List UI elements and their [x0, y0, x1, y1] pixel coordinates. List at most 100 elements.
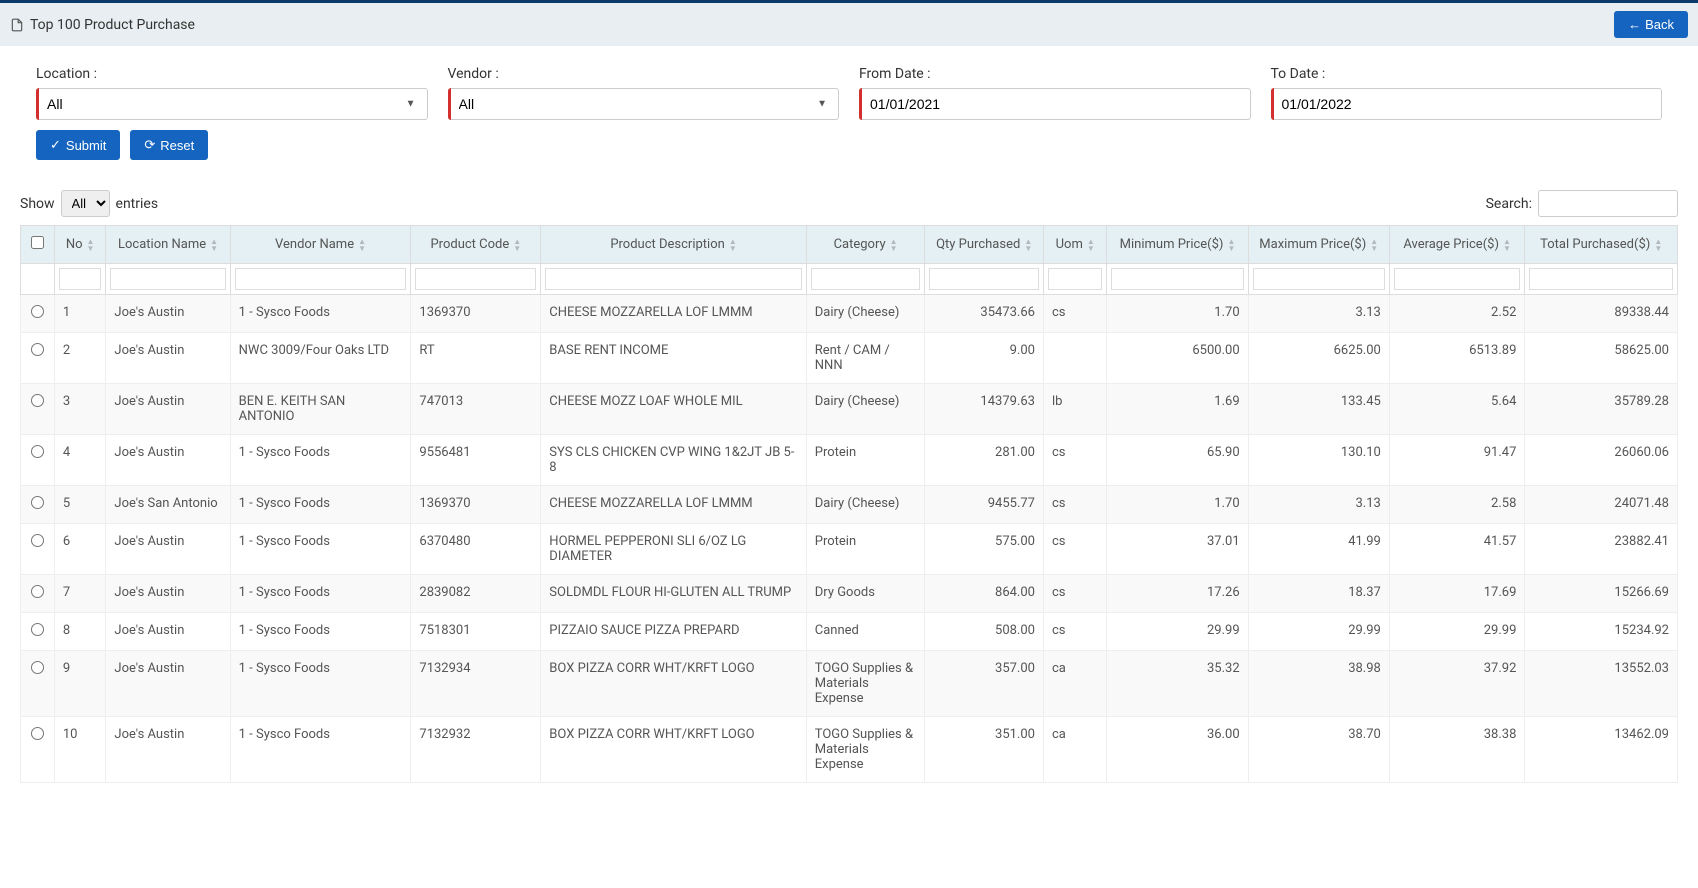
- cell-max: 38.70: [1248, 717, 1389, 783]
- row-selector[interactable]: [31, 445, 44, 458]
- cell-uom: cs: [1043, 575, 1106, 613]
- cell-location: Joe's Austin: [106, 613, 230, 651]
- required-indicator: [1271, 88, 1274, 120]
- col-desc[interactable]: Product Description▲▼: [541, 226, 806, 264]
- cell-desc: BOX PIZZA CORR WHT/KRFT LOGO: [541, 651, 806, 717]
- row-selector[interactable]: [31, 305, 44, 318]
- cell-total: 23882.41: [1525, 524, 1678, 575]
- col-category[interactable]: Category▲▼: [806, 226, 925, 264]
- table-row: 10Joe's Austin1 - Sysco Foods7132932BOX …: [21, 717, 1678, 783]
- products-table: No▲▼ Location Name▲▼ Vendor Name▲▼ Produ…: [20, 225, 1678, 783]
- row-selector[interactable]: [31, 496, 44, 509]
- show-entries: Show All entries: [20, 190, 158, 217]
- cell-qty: 9.00: [925, 333, 1044, 384]
- cell-qty: 351.00: [925, 717, 1044, 783]
- cell-location: Joe's Austin: [106, 333, 230, 384]
- col-min[interactable]: Minimum Price($)▲▼: [1107, 226, 1248, 264]
- filter-qty[interactable]: [929, 268, 1039, 290]
- cell-avg: 6513.89: [1389, 333, 1525, 384]
- row-selector[interactable]: [31, 623, 44, 636]
- cell-category: Dry Goods: [806, 575, 925, 613]
- cell-qty: 35473.66: [925, 295, 1044, 333]
- filter-no[interactable]: [59, 268, 102, 290]
- entries-select[interactable]: All: [61, 190, 110, 217]
- cell-uom: cs: [1043, 486, 1106, 524]
- cell-location: Joe's Austin: [106, 435, 230, 486]
- col-vendor[interactable]: Vendor Name▲▼: [230, 226, 411, 264]
- submit-button[interactable]: ✓ Submit: [36, 130, 120, 160]
- cell-category: TOGO Supplies & Materials Expense: [806, 651, 925, 717]
- cell-uom: cs: [1043, 613, 1106, 651]
- cell-location: Joe's Austin: [106, 575, 230, 613]
- cell-total: 89338.44: [1525, 295, 1678, 333]
- filter-max[interactable]: [1253, 268, 1385, 290]
- cell-no: 5: [54, 486, 106, 524]
- cell-desc: SOLDMDL FLOUR HI-GLUTEN ALL TRUMP: [541, 575, 806, 613]
- filter-desc[interactable]: [545, 268, 801, 290]
- vendor-select[interactable]: All: [448, 88, 840, 120]
- cell-category: Dairy (Cheese): [806, 384, 925, 435]
- cell-qty: 575.00: [925, 524, 1044, 575]
- col-uom[interactable]: Uom▲▼: [1043, 226, 1106, 264]
- col-total[interactable]: Total Purchased($)▲▼: [1525, 226, 1678, 264]
- col-max[interactable]: Maximum Price($)▲▼: [1248, 226, 1389, 264]
- cell-avg: 2.52: [1389, 295, 1525, 333]
- sort-icon: ▲▼: [513, 238, 521, 252]
- row-selector[interactable]: [31, 534, 44, 547]
- cell-code: 1369370: [411, 486, 541, 524]
- to-date-input[interactable]: [1271, 88, 1663, 120]
- back-button[interactable]: ← Back: [1614, 11, 1688, 38]
- filter-min[interactable]: [1111, 268, 1243, 290]
- cell-location: Joe's Austin: [106, 384, 230, 435]
- row-selector[interactable]: [31, 343, 44, 356]
- row-selector[interactable]: [31, 585, 44, 598]
- cell-max: 6625.00: [1248, 333, 1389, 384]
- row-selector[interactable]: [31, 394, 44, 407]
- sort-icon: ▲▼: [1503, 238, 1511, 252]
- cell-avg: 91.47: [1389, 435, 1525, 486]
- reset-button[interactable]: ⟳ Reset: [130, 130, 208, 160]
- cell-no: 7: [54, 575, 106, 613]
- cell-no: 4: [54, 435, 106, 486]
- cell-vendor: 1 - Sysco Foods: [230, 651, 411, 717]
- action-buttons: ✓ Submit ⟳ Reset: [0, 130, 1698, 180]
- cell-desc: CHEESE MOZZARELLA LOF LMMM: [541, 295, 806, 333]
- cell-no: 1: [54, 295, 106, 333]
- sort-icon: ▲▼: [1654, 238, 1662, 252]
- filter-code[interactable]: [415, 268, 536, 290]
- cell-total: 58625.00: [1525, 333, 1678, 384]
- sort-icon: ▲▼: [1024, 238, 1032, 252]
- location-select[interactable]: All: [36, 88, 428, 120]
- cell-category: Canned: [806, 613, 925, 651]
- filter-total[interactable]: [1529, 268, 1673, 290]
- from-date-input[interactable]: [859, 88, 1251, 120]
- filter-category[interactable]: [811, 268, 921, 290]
- col-no[interactable]: No▲▼: [54, 226, 106, 264]
- cell-min: 1.70: [1107, 295, 1248, 333]
- check-icon: ✓: [50, 137, 61, 153]
- cell-vendor: 1 - Sysco Foods: [230, 295, 411, 333]
- filter-vendor[interactable]: [235, 268, 407, 290]
- col-location[interactable]: Location Name▲▼: [106, 226, 230, 264]
- col-avg[interactable]: Average Price($)▲▼: [1389, 226, 1525, 264]
- select-all-checkbox[interactable]: [31, 236, 44, 249]
- cell-code: 6370480: [411, 524, 541, 575]
- search-input[interactable]: [1538, 190, 1678, 217]
- filter-location[interactable]: [110, 268, 225, 290]
- filter-avg[interactable]: [1394, 268, 1521, 290]
- cell-vendor: 1 - Sysco Foods: [230, 435, 411, 486]
- row-selector[interactable]: [31, 727, 44, 740]
- row-selector[interactable]: [31, 661, 44, 674]
- cell-avg: 41.57: [1389, 524, 1525, 575]
- cell-min: 29.99: [1107, 613, 1248, 651]
- table-row: 9Joe's Austin1 - Sysco Foods7132934BOX P…: [21, 651, 1678, 717]
- col-qty[interactable]: Qty Purchased▲▼: [925, 226, 1044, 264]
- filter-uom[interactable]: [1048, 268, 1102, 290]
- cell-total: 26060.06: [1525, 435, 1678, 486]
- col-code[interactable]: Product Code▲▼: [411, 226, 541, 264]
- cell-no: 2: [54, 333, 106, 384]
- table-controls: Show All entries Search:: [0, 180, 1698, 225]
- to-date-filter: To Date :: [1271, 66, 1663, 120]
- cell-no: 10: [54, 717, 106, 783]
- table-row: 7Joe's Austin1 - Sysco Foods2839082SOLDM…: [21, 575, 1678, 613]
